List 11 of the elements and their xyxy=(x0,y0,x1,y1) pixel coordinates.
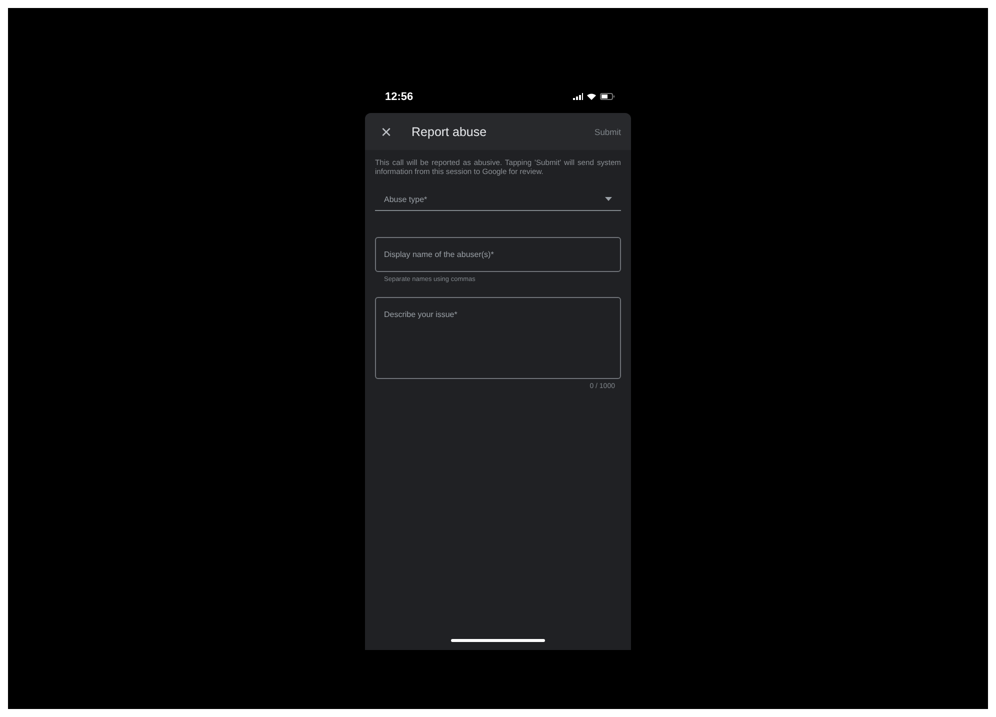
signal-icon xyxy=(573,93,583,100)
wifi-icon xyxy=(587,93,596,100)
submit-button[interactable]: Submit xyxy=(594,124,621,138)
caret-icon xyxy=(605,197,612,201)
issue-input-field[interactable]: Describe your issue* xyxy=(375,297,621,379)
name-input-field[interactable]: Display name of the abuser(s)* xyxy=(375,237,621,272)
page-title: Report abuse xyxy=(412,124,488,138)
battery-icon xyxy=(600,93,615,100)
abuse-type-dropdown[interactable]: Abuse type* xyxy=(375,188,621,211)
status-time: 12:56 xyxy=(385,90,414,102)
close-button[interactable]: × xyxy=(377,122,396,140)
